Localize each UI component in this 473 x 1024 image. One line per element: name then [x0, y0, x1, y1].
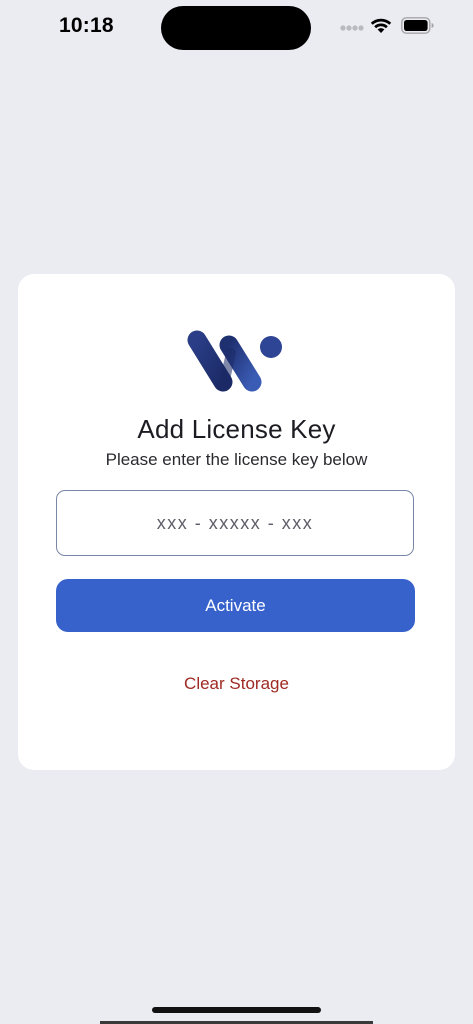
license-card: Add License Key Please enter the license…: [18, 274, 455, 770]
home-indicator[interactable]: [152, 1007, 321, 1013]
wifi-icon: [370, 18, 392, 33]
page-subtitle: Please enter the license key below: [105, 450, 368, 469]
status-time: 10:18: [59, 14, 114, 37]
page-title: Add License Key: [137, 414, 336, 444]
cellular-signal-icon: [340, 25, 364, 31]
status-bar: 10:18: [0, 0, 473, 54]
battery-icon: [401, 17, 434, 34]
app-logo-icon: [187, 330, 282, 392]
license-key-input[interactable]: [56, 490, 414, 556]
activate-button[interactable]: Activate: [56, 579, 415, 632]
dynamic-island: [161, 6, 311, 50]
clear-storage-link[interactable]: Clear Storage: [18, 674, 455, 694]
